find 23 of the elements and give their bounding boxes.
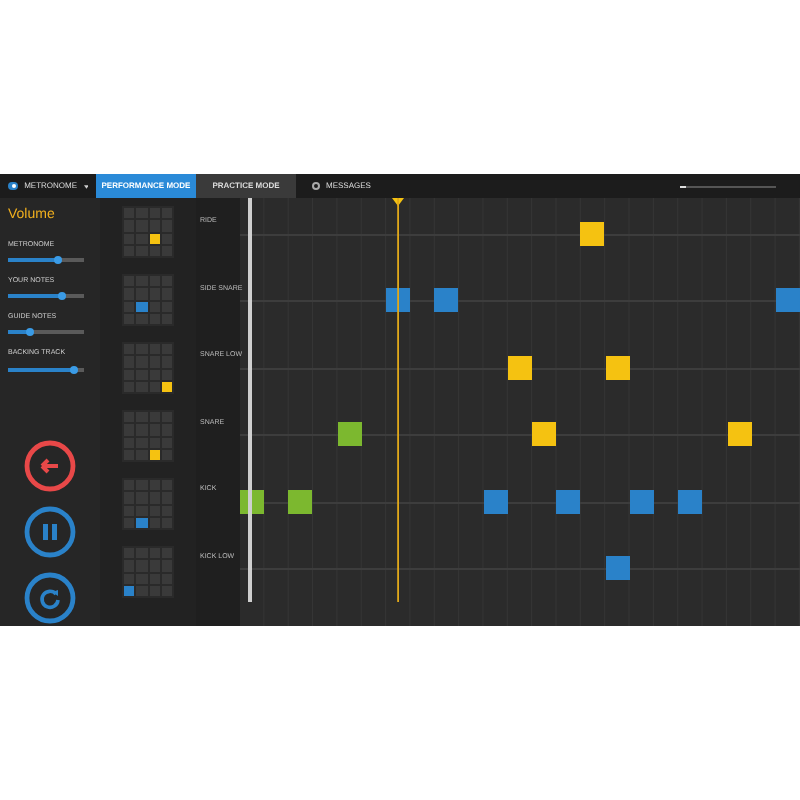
pattern-thumbnail[interactable] xyxy=(122,478,174,530)
volume-slider[interactable] xyxy=(8,257,84,262)
playhead[interactable] xyxy=(392,198,405,602)
pattern-thumbnail[interactable] xyxy=(122,274,174,326)
sequencer-grid[interactable] xyxy=(240,198,800,626)
note-block[interactable] xyxy=(507,355,532,380)
pattern-thumbnail[interactable] xyxy=(122,206,174,258)
note-block[interactable] xyxy=(386,288,411,313)
note-block[interactable] xyxy=(532,422,557,447)
caret-icon[interactable] xyxy=(83,183,88,189)
pattern-thumbnail[interactable] xyxy=(122,546,174,598)
volume-slider[interactable] xyxy=(8,330,84,335)
pause-button[interactable] xyxy=(24,505,76,557)
back-button[interactable] xyxy=(24,439,76,491)
restart-button[interactable] xyxy=(24,571,76,623)
note-block[interactable] xyxy=(288,489,313,514)
note-block[interactable] xyxy=(580,221,605,246)
note-block[interactable] xyxy=(337,422,362,447)
note-block[interactable] xyxy=(727,422,752,447)
pattern-thumbnail[interactable] xyxy=(122,342,174,394)
toggle-switch[interactable] xyxy=(8,182,19,190)
pattern-thumbnail[interactable] xyxy=(122,410,174,462)
note-block[interactable] xyxy=(605,355,630,380)
